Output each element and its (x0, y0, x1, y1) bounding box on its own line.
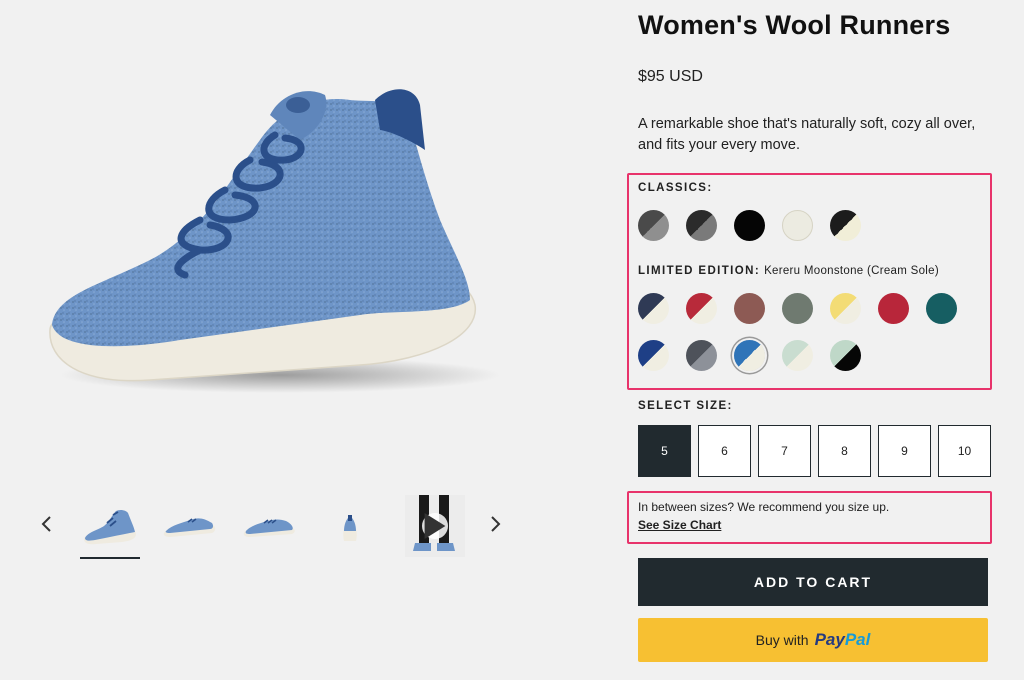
color-swatch-crimson[interactable] (878, 293, 909, 324)
color-swatch-black-cream[interactable] (830, 210, 861, 241)
paypal-button[interactable]: Buy with PayPal (638, 618, 988, 662)
color-swatch-royal-blue-cream[interactable] (638, 340, 669, 371)
product-hero-image (30, 60, 510, 400)
size-options: 5 6 7 8 9 10 (638, 425, 991, 477)
classics-swatches (638, 210, 861, 241)
size-option-9[interactable]: 9 (878, 425, 931, 477)
color-swatch-black[interactable] (734, 210, 765, 241)
color-swatch-mint-black[interactable] (830, 340, 861, 371)
thumbnail-3[interactable] (240, 495, 300, 557)
color-swatch-mint-cream[interactable] (782, 340, 813, 371)
color-swatch-yellow-cream[interactable] (830, 293, 861, 324)
product-price: $95 USD (638, 68, 703, 85)
thumbnail-1[interactable] (80, 495, 140, 559)
color-swatch-mauve[interactable] (734, 293, 765, 324)
shoe-side-view-2-icon (243, 519, 295, 537)
product-description: A remarkable shoe that's naturally soft,… (638, 116, 976, 153)
color-swatch-slate-grey[interactable] (686, 340, 717, 371)
selected-color-name: Kereru Moonstone (Cream Sole) (764, 265, 939, 277)
paypal-logo-pal: Pal (844, 630, 871, 649)
add-to-cart-button[interactable]: ADD TO CART (638, 558, 988, 606)
color-swatch-kereru-moonstone[interactable] (734, 340, 765, 371)
color-swatch-cream[interactable] (782, 210, 813, 241)
gallery-prev-arrow[interactable] (36, 513, 56, 535)
color-swatch-sage[interactable] (782, 293, 813, 324)
thumbnail-4[interactable] (320, 495, 380, 557)
classics-label: CLASSICS: (638, 182, 713, 194)
paypal-logo-pay: Pay (814, 630, 845, 649)
thumbnail-video[interactable] (405, 495, 465, 557)
color-swatch-charcoal-grey[interactable] (686, 210, 717, 241)
limited-swatches-row-2 (638, 340, 861, 371)
limited-swatches-row-1 (638, 293, 957, 324)
color-swatch-teal[interactable] (926, 293, 957, 324)
size-option-5[interactable]: 5 (638, 425, 691, 477)
play-icon (422, 513, 448, 539)
size-option-8[interactable]: 8 (818, 425, 871, 477)
limited-edition-heading: LIMITED EDITION: (638, 265, 761, 277)
gallery-next-arrow[interactable] (486, 513, 506, 535)
gallery-thumbnails (30, 495, 510, 565)
color-swatch-red-cream[interactable] (686, 293, 717, 324)
shoe-side-view-icon (84, 509, 136, 545)
shoe-back-view-icon (343, 515, 357, 541)
size-option-10[interactable]: 10 (938, 425, 991, 477)
limited-edition-label: LIMITED EDITION: Kereru Moonstone (Cream … (638, 265, 939, 277)
product-title: Women's Wool Runners (638, 10, 951, 40)
paypal-buy-text: Buy with (755, 632, 809, 648)
size-chart-link[interactable]: See Size Chart (638, 518, 721, 532)
size-hint-text: In between sizes? We recommend you size … (638, 500, 890, 514)
color-swatch-navy-cream[interactable] (638, 293, 669, 324)
product-page: Women's Wool Runners $95 USD A remarkabl… (0, 0, 1024, 680)
color-swatch-dark-grey-light-grey[interactable] (638, 210, 669, 241)
paypal-logo: PayPal (815, 630, 871, 650)
size-option-7[interactable]: 7 (758, 425, 811, 477)
chevron-right-icon (491, 516, 501, 532)
thumbnail-2[interactable] (160, 495, 220, 557)
shoe-angle-view-icon (163, 518, 216, 537)
chevron-left-icon (41, 516, 51, 532)
size-option-6[interactable]: 6 (698, 425, 751, 477)
select-size-label: SELECT SIZE: (638, 400, 733, 412)
